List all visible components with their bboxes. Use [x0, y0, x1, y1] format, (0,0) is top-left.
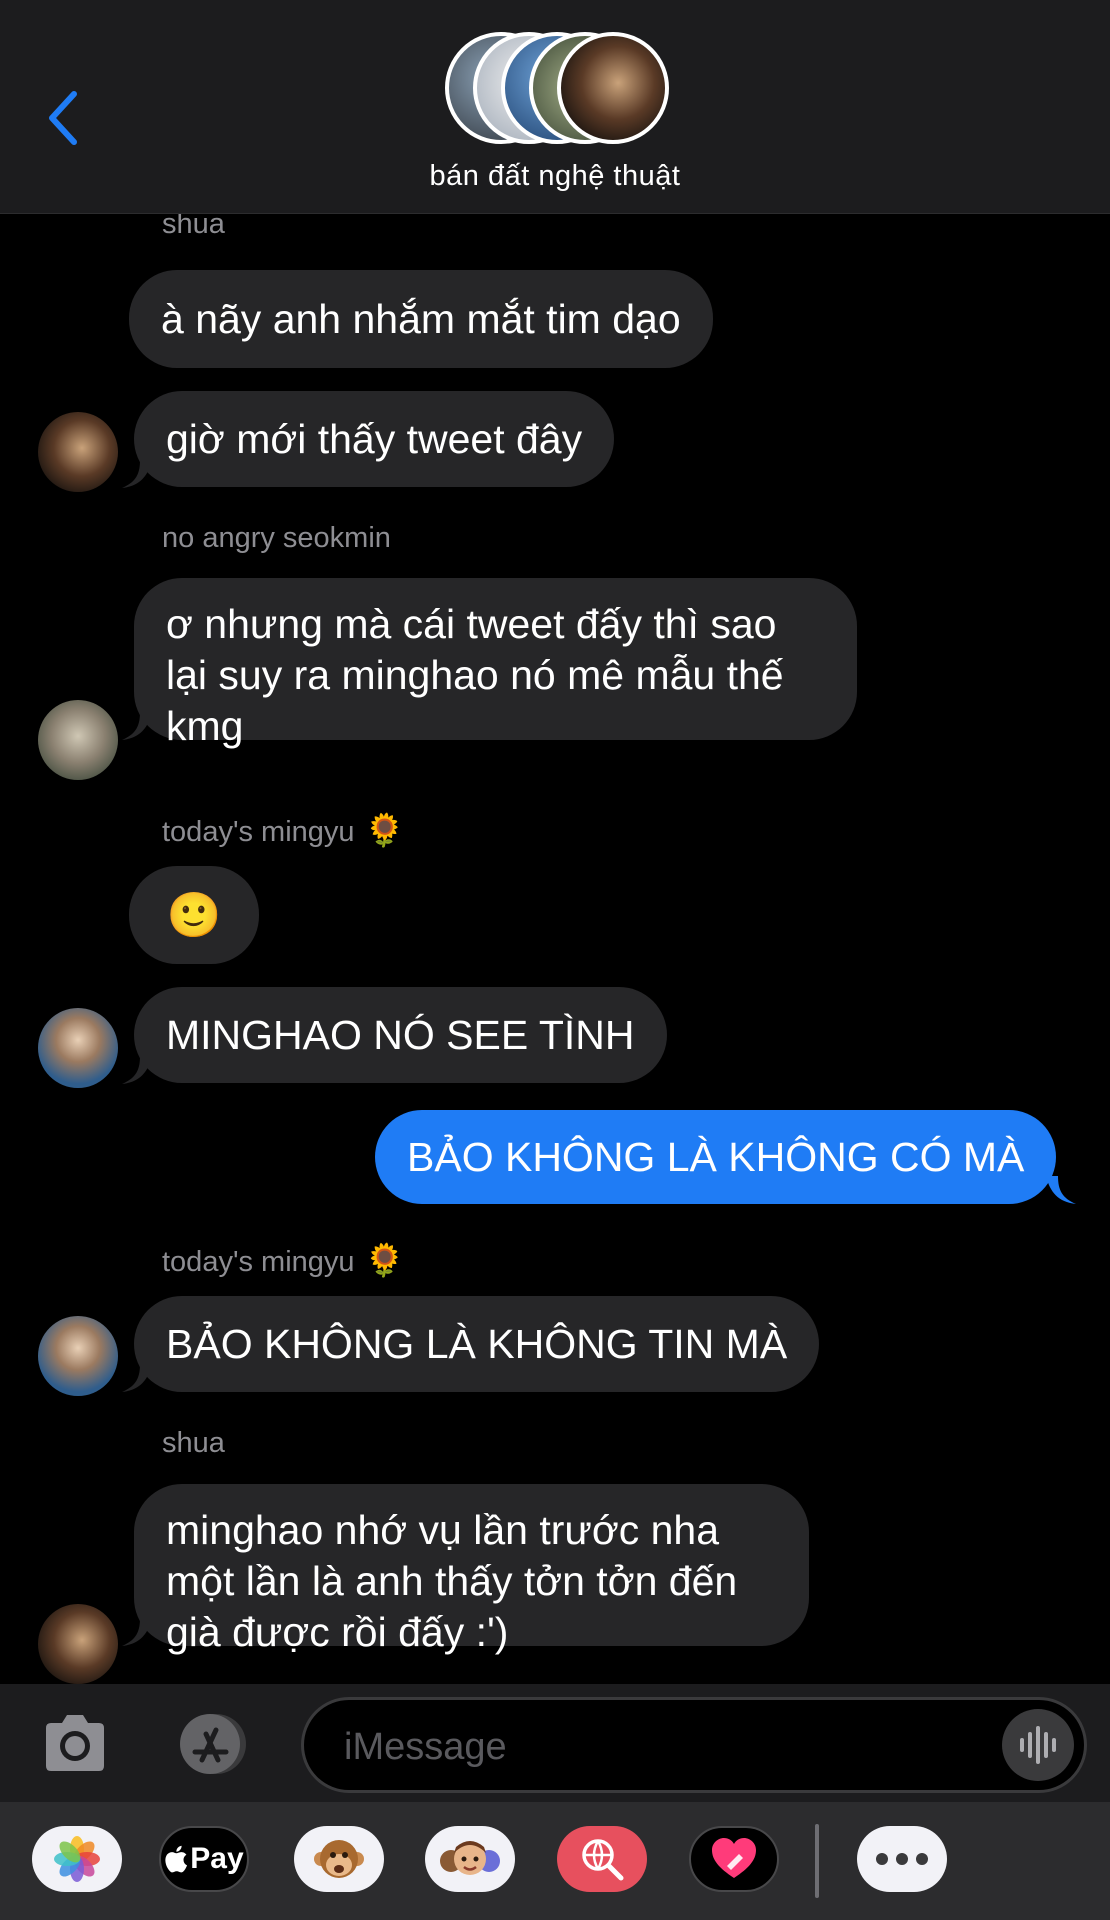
messages-screen: bán đất nghệ thuật shua à nãy anh nhắm m… [0, 0, 1110, 1920]
message-line: già được rồi đấy :') [166, 1609, 509, 1655]
sender-emoji: 🌻 [364, 812, 405, 848]
camera-button[interactable] [40, 1712, 110, 1774]
app-drawer: Pay [0, 1802, 1110, 1920]
bubble-tail [122, 1618, 152, 1646]
message-text: à nãy anh nhắm mắt tim dạo [161, 295, 681, 342]
incoming-message[interactable]: à nãy anh nhắm mắt tim dạo [129, 270, 713, 368]
bubble-tail [1046, 1176, 1076, 1204]
sender-name-text: today's mingyu [162, 1246, 355, 1278]
incoming-message[interactable]: MINGHAO NÓ SEE TÌNH [134, 987, 667, 1083]
message-line: minghao nhớ vụ lần trước nha [166, 1507, 720, 1553]
memoji-app-button[interactable] [425, 1826, 515, 1892]
incoming-message[interactable]: minghao nhớ vụ lần trước nha một lần là … [134, 1484, 809, 1655]
incoming-message[interactable]: ơ nhưng mà cái tweet đấy thì sao lại suy… [134, 578, 857, 749]
message-thread[interactable]: shua à nãy anh nhắm mắt tim dạo giờ mới … [0, 214, 1110, 1684]
message-line: ơ nhưng mà cái tweet đấy thì sao [166, 601, 777, 647]
back-button[interactable] [38, 86, 88, 150]
sender-avatar[interactable] [38, 1316, 118, 1396]
chevron-left-icon [49, 91, 77, 145]
message-input[interactable] [344, 1720, 984, 1774]
bubble-tail [122, 712, 152, 740]
sender-name: today's mingyu 🌻 [162, 811, 404, 849]
app-store-button[interactable] [168, 1712, 256, 1776]
sender-name-text: today's mingyu [162, 816, 355, 848]
outgoing-message[interactable]: BẢO KHÔNG LÀ KHÔNG CÓ MÀ [375, 1110, 1057, 1204]
group-name[interactable]: bán đất nghệ thuật [0, 160, 1110, 193]
bubble-tail [122, 1364, 152, 1392]
bubble-tail [122, 460, 152, 488]
animoji-app-button[interactable] [294, 1826, 384, 1892]
monkey-icon [314, 1840, 364, 1878]
more-icon [876, 1853, 928, 1865]
message-field[interactable] [301, 1697, 1087, 1793]
compose-bar [0, 1684, 1110, 1802]
sender-name: no angry seokmin [162, 522, 391, 554]
message-text: 🙂 [166, 890, 222, 940]
apple-pay-label: Pay [190, 1842, 244, 1875]
memoji-icon [440, 1841, 500, 1875]
more-apps-button[interactable] [857, 1826, 947, 1892]
waveform-icon [1020, 1726, 1056, 1764]
incoming-message[interactable]: BẢO KHÔNG LÀ KHÔNG TIN MÀ [134, 1296, 820, 1392]
photos-icon [54, 1836, 100, 1882]
incoming-message[interactable]: 🙂 [129, 866, 259, 964]
conversation-header: bán đất nghệ thuật [0, 0, 1110, 214]
camera-icon [46, 1715, 104, 1771]
photos-app-button[interactable] [32, 1826, 122, 1892]
globe-search-icon [582, 1839, 624, 1881]
sender-emoji: 🌻 [364, 1242, 405, 1278]
digital-touch-app-button[interactable] [689, 1826, 779, 1892]
sender-name: today's mingyu 🌻 [162, 1241, 404, 1279]
sender-avatar[interactable] [38, 412, 118, 492]
message-text: giờ mới thấy tweet đây [166, 415, 583, 462]
message-text: BẢO KHÔNG LÀ KHÔNG CÓ MÀ [407, 1133, 1025, 1180]
message-line: một lần là anh thấy tởn tởn đến [166, 1558, 738, 1604]
message-text: MINGHAO NÓ SEE TÌNH [166, 1011, 635, 1058]
apple-pay-button[interactable]: Pay [159, 1826, 249, 1892]
message-line: lại suy ra minghao nó mê mẫu thế [166, 652, 784, 698]
incoming-message[interactable]: giờ mới thấy tweet đây [134, 391, 615, 487]
group-member-avatar [557, 32, 669, 144]
apple-logo-icon [165, 1845, 188, 1873]
app-store-icon [180, 1714, 246, 1774]
heart-touch-icon [712, 1838, 756, 1878]
bubble-tail [122, 1056, 152, 1084]
sender-avatar[interactable] [38, 1008, 118, 1088]
sender-name: shua [162, 1427, 225, 1459]
group-avatar-stack[interactable] [445, 30, 675, 148]
sender-avatar[interactable] [38, 1604, 118, 1684]
audio-message-button[interactable] [1002, 1709, 1074, 1781]
message-line: kmg [166, 703, 244, 749]
sender-name: shua [162, 214, 225, 240]
web-search-app-button[interactable] [557, 1826, 647, 1892]
sender-avatar[interactable] [38, 700, 118, 780]
drawer-divider [815, 1824, 819, 1898]
message-text: BẢO KHÔNG LÀ KHÔNG TIN MÀ [166, 1320, 788, 1367]
